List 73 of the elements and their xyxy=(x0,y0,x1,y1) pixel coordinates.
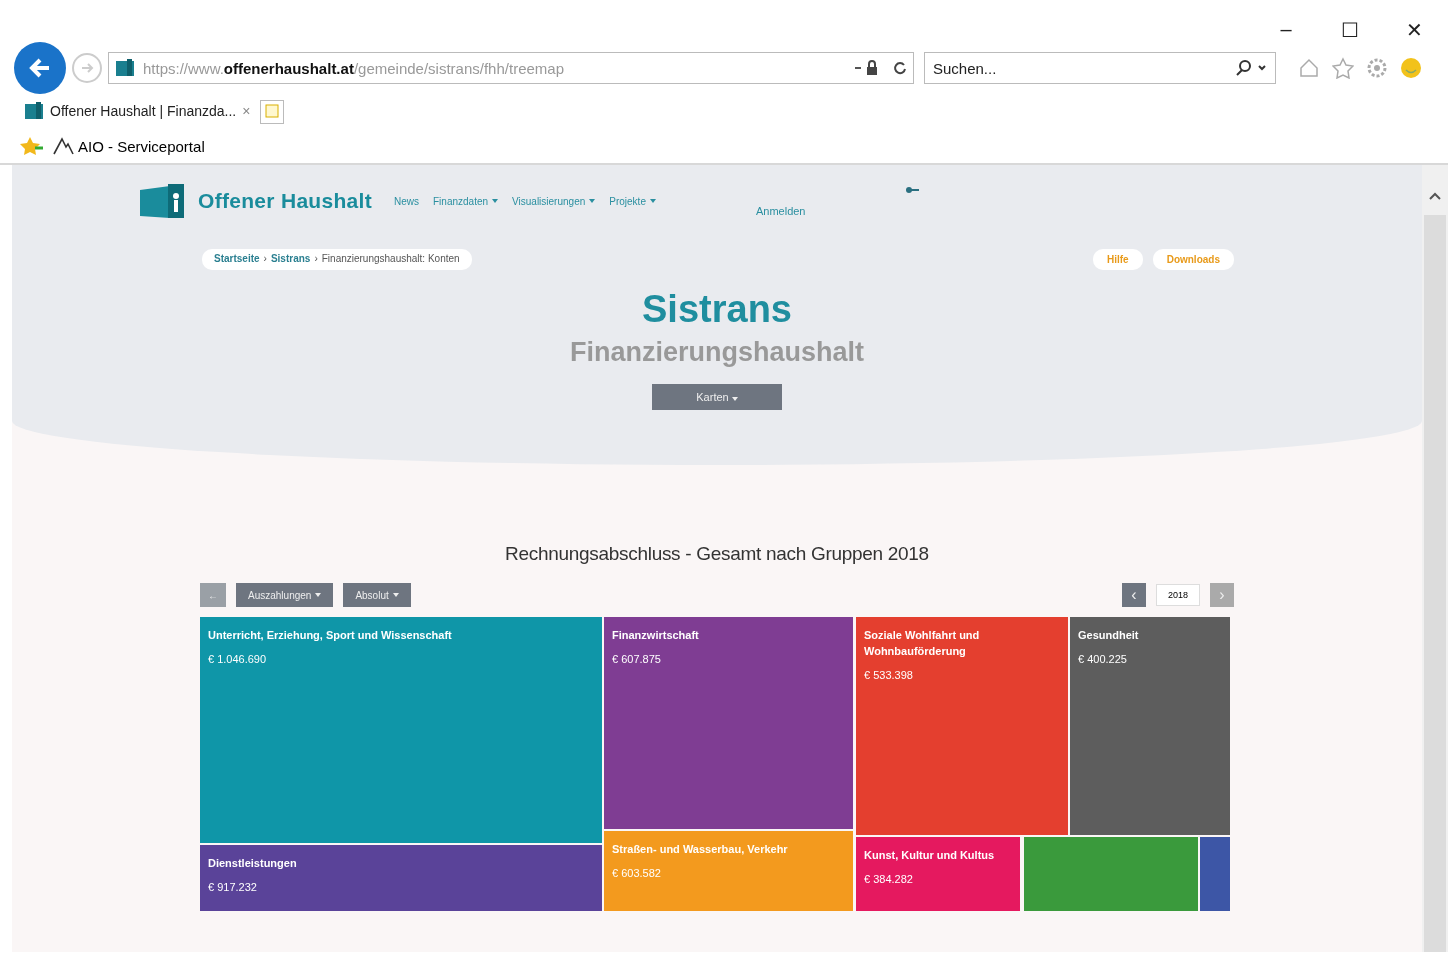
address-bar[interactable]: https://www.offenerhaushalt.at/gemeinde/sistrans/fhh/treemap xyxy=(108,52,914,84)
favorites-star-icon[interactable] xyxy=(20,136,44,156)
nav-link[interactable]: Finanzdaten xyxy=(433,195,499,207)
scroll-up-icon[interactable] xyxy=(1428,191,1442,201)
tile-label: Soziale Wohlfahrt und Wohnbauförderung xyxy=(864,628,981,659)
nav-link[interactable]: Visualisierungen xyxy=(512,195,596,207)
caret-icon xyxy=(492,199,499,203)
tile-value: € 533.398 xyxy=(864,668,914,683)
page-title: Sistrans xyxy=(641,288,793,331)
help-button[interactable]: Hilfe xyxy=(1093,249,1143,270)
tile-label: Gesundheit xyxy=(1078,628,1140,643)
caret-icon xyxy=(392,593,399,597)
treemap-tile[interactable]: Kunst, Kultur und Kultus € 384.282 xyxy=(856,837,1020,911)
caret-icon xyxy=(649,199,656,203)
tile-value: € 603.582 xyxy=(612,866,662,881)
tile-label: Dienstleistungen xyxy=(208,856,298,871)
search-field[interactable]: Suchen... xyxy=(924,52,1276,84)
home-icon[interactable] xyxy=(1298,57,1320,79)
caret-icon xyxy=(731,397,738,401)
maximize-button[interactable]: ☐ xyxy=(1338,18,1362,38)
filter-dropdown[interactable]: Absolut xyxy=(343,583,411,607)
tile-value: € 607.875 xyxy=(612,652,662,667)
treemap-tile[interactable] xyxy=(1024,837,1198,911)
caret-icon xyxy=(589,199,596,203)
view-dropdown-button[interactable]: Karten xyxy=(652,384,782,410)
key-icon[interactable] xyxy=(905,186,920,194)
previous-year-button[interactable]: ‹ xyxy=(1122,583,1146,607)
url-text: https://www.offenerhaushalt.at/gemeinde/sistrans/fhh/treemap xyxy=(143,59,565,77)
page-icon xyxy=(264,102,281,119)
site-favicon xyxy=(24,101,44,121)
tile-label: Unterricht, Erziehung, Sport und Wissenschaft xyxy=(208,628,453,643)
smiley-icon[interactable] xyxy=(1400,57,1422,79)
treemap-tile[interactable]: Straßen- und Wasserbau, Verkehr € 603.582 xyxy=(604,831,853,911)
downloads-button[interactable]: Downloads xyxy=(1152,249,1234,270)
new-tab-button[interactable] xyxy=(260,100,285,124)
forward-button[interactable] xyxy=(72,53,102,83)
close-button[interactable]: ✕ xyxy=(1402,18,1426,38)
treemap-tile[interactable]: Gesundheit € 400.225 xyxy=(1070,617,1230,835)
site-favicon xyxy=(115,58,135,78)
site-logo-text[interactable]: Offener Haushalt xyxy=(198,189,372,213)
page-subtitle: Finanzierungshaushalt xyxy=(568,337,865,368)
minimize-button[interactable]: – xyxy=(1274,18,1298,38)
filter-dropdown[interactable]: Auszahlungen xyxy=(236,583,334,607)
treemap-tile[interactable]: Dienstleistungen € 917.232 xyxy=(200,845,602,911)
tile-value: € 917.232 xyxy=(208,880,258,895)
tile-value: € 384.282 xyxy=(864,872,914,887)
caret-icon xyxy=(315,593,322,597)
refresh-icon[interactable] xyxy=(893,61,907,75)
tile-label: Straßen- und Wasserbau, Verkehr xyxy=(612,842,789,857)
breadcrumb: Startseite › Sistrans › Finanzierungshaushalt: Konten xyxy=(202,249,472,270)
year-field[interactable]: 2018 xyxy=(1156,584,1200,606)
back-button[interactable]: ← xyxy=(200,583,226,607)
site-favicon xyxy=(52,137,74,155)
nav-link[interactable]: News xyxy=(394,195,419,207)
scrollbar-thumb[interactable] xyxy=(1424,215,1446,952)
login-link[interactable]: Anmelden xyxy=(755,205,806,217)
tile-value: € 1.046.690 xyxy=(208,652,268,667)
tab-close-button[interactable]: × xyxy=(242,103,251,119)
scrollbar[interactable] xyxy=(1422,165,1448,952)
treemap-tile[interactable] xyxy=(1200,837,1230,911)
favorite-link[interactable]: AIO - Serviceportal xyxy=(52,137,205,155)
treemap-tile[interactable]: Unterricht, Erziehung, Sport und Wissenschaft € 1.046.690 xyxy=(200,617,602,843)
search-icon[interactable] xyxy=(1235,59,1269,77)
tile-label: Kunst, Kultur und Kultus xyxy=(864,848,996,863)
chart-title: Rechnungsabschluss - Gesamt nach Gruppen 2018 xyxy=(505,543,929,564)
back-button[interactable] xyxy=(14,42,66,94)
treemap-tile[interactable]: Finanzwirtschaft € 607.875 xyxy=(604,617,853,829)
tile-value: € 400.225 xyxy=(1078,652,1128,667)
tile-label: Finanzwirtschaft xyxy=(612,628,700,643)
treemap-tile[interactable]: Soziale Wohlfahrt und Wohnbauförderung € 533.398 xyxy=(856,617,1068,835)
nav-link[interactable]: Projekte xyxy=(609,195,656,207)
settings-icon[interactable] xyxy=(1366,57,1388,79)
star-icon[interactable] xyxy=(1332,57,1354,79)
